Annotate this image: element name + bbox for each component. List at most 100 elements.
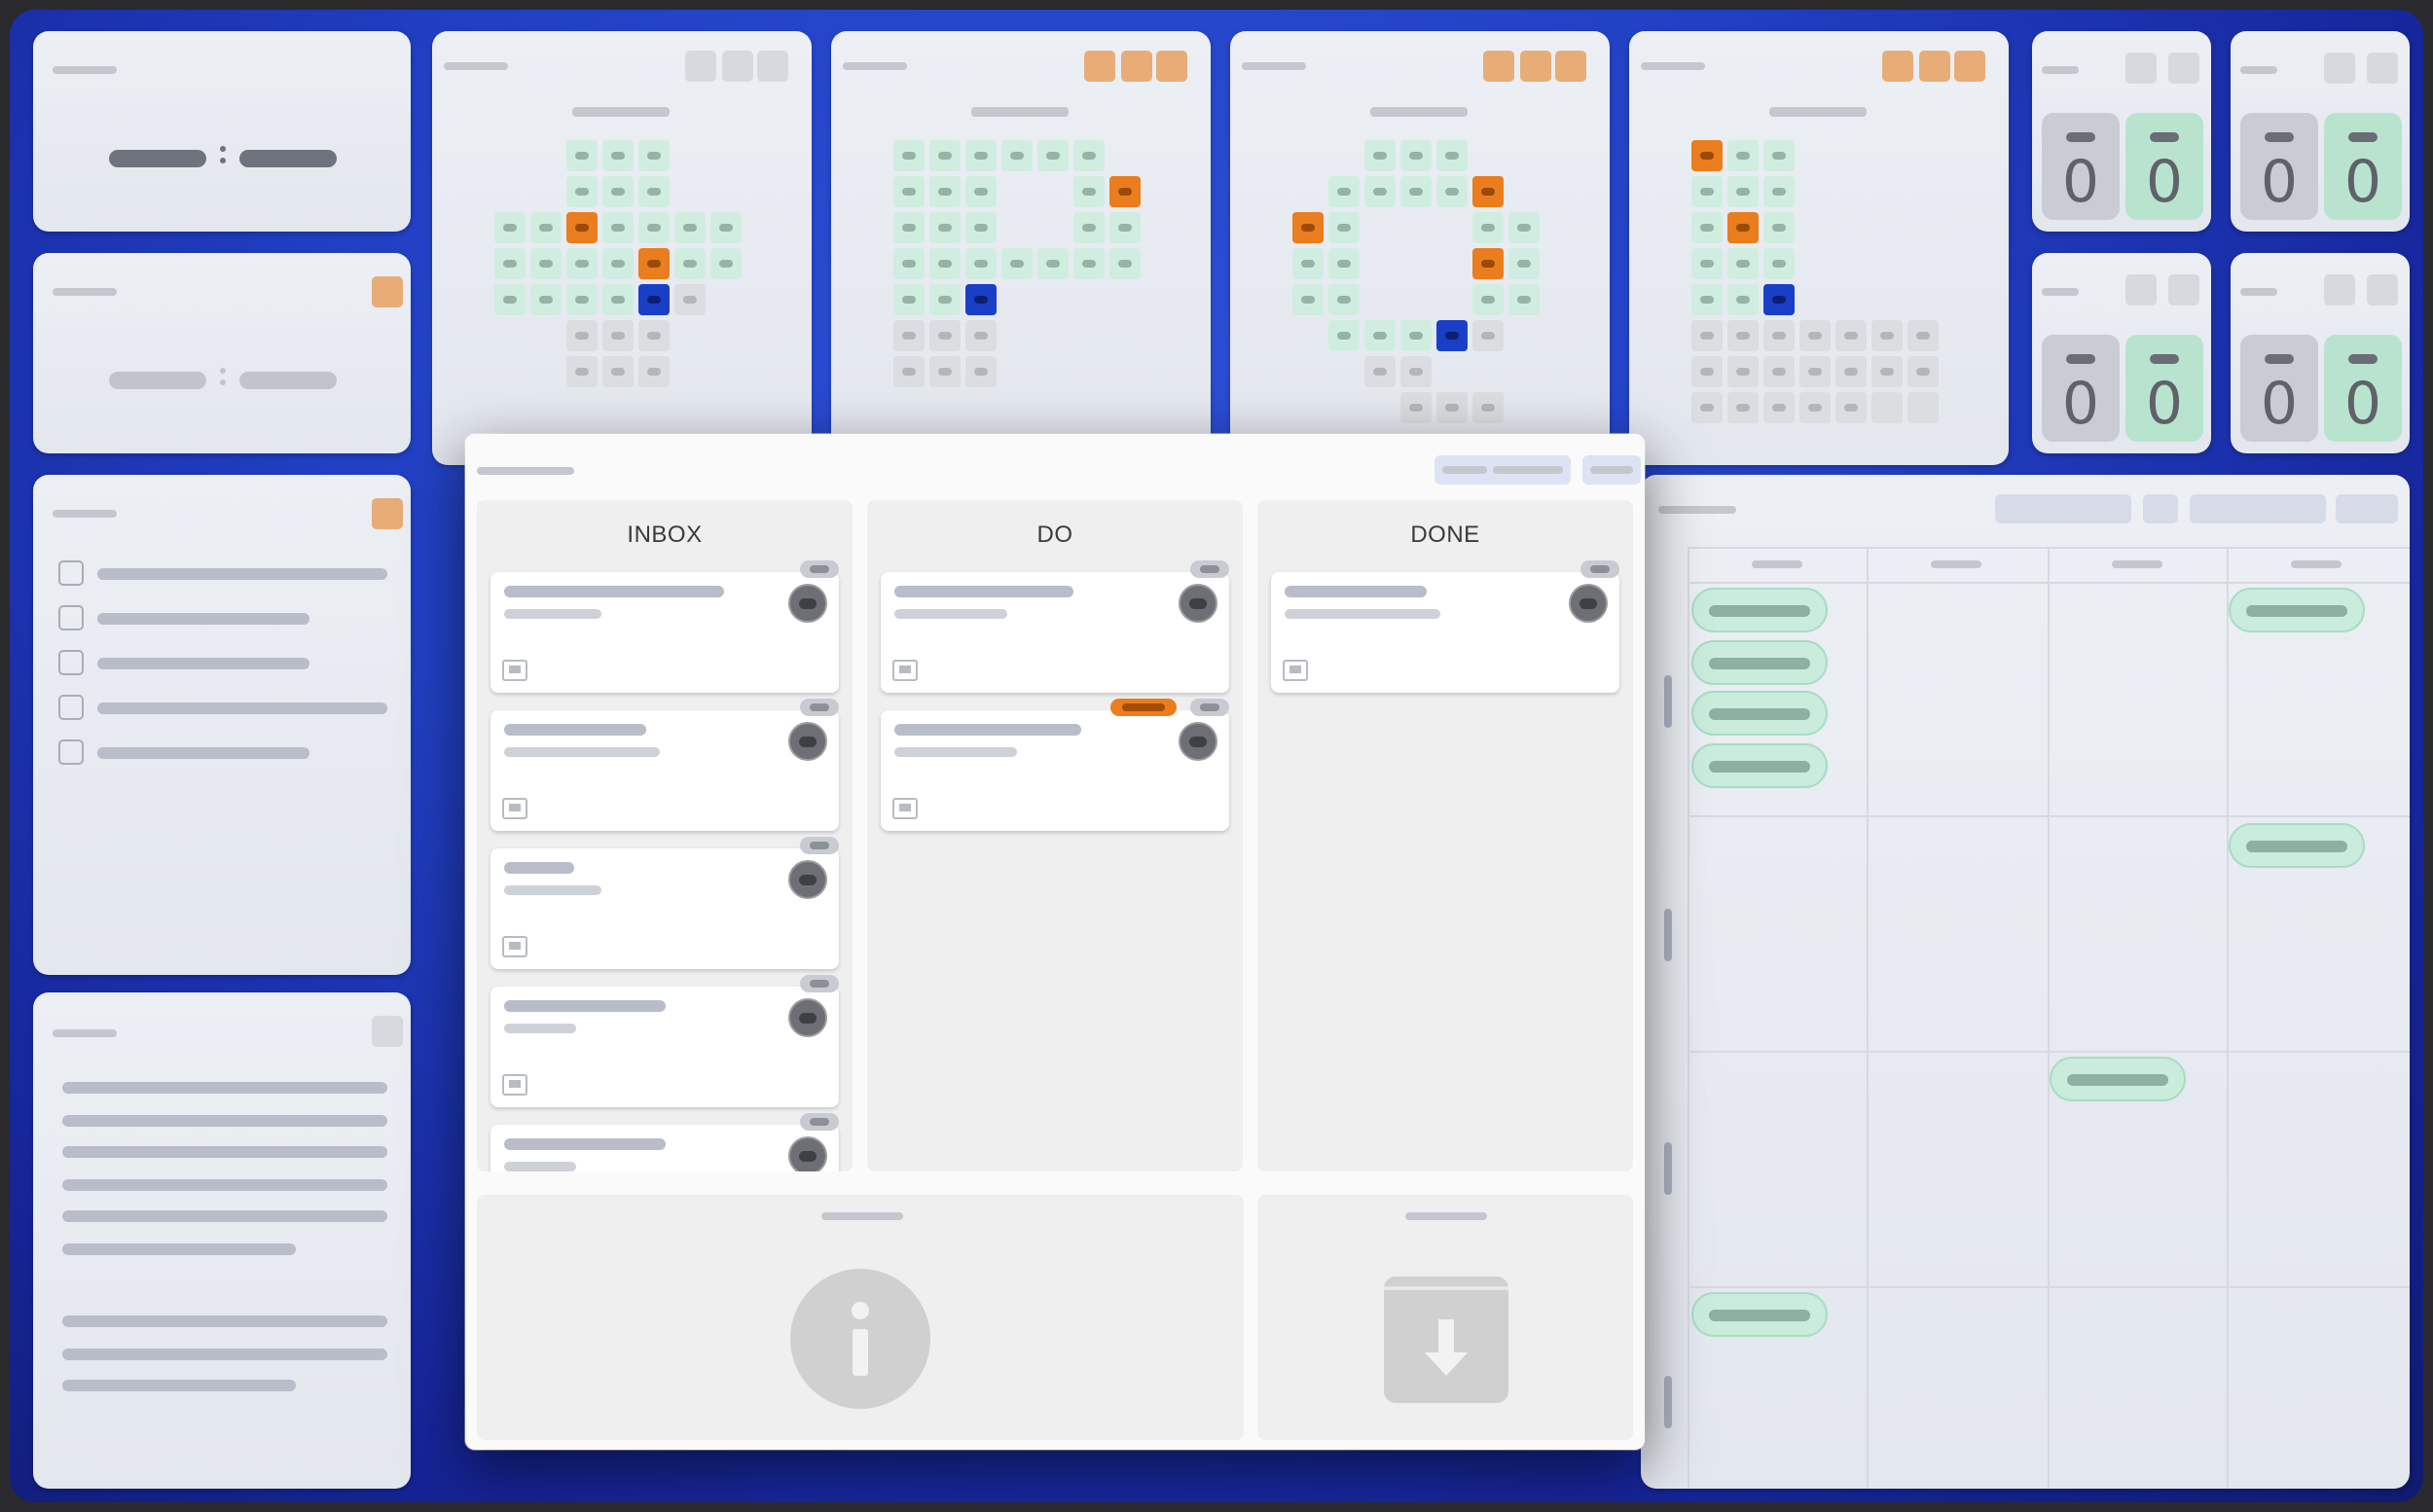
puzzle-cell[interactable] [1400, 176, 1432, 207]
puzzle-cell[interactable] [1364, 356, 1396, 387]
puzzle-cell[interactable] [1508, 284, 1540, 315]
orange-flag-icon[interactable] [372, 498, 403, 529]
puzzle-cell[interactable] [1871, 320, 1903, 351]
calendar-widget[interactable] [1641, 475, 2410, 1489]
puzzle-cell[interactable] [602, 212, 634, 243]
calendar-event[interactable] [1691, 743, 1828, 788]
puzzle-cell[interactable] [1508, 248, 1540, 279]
puzzle-cell[interactable] [1907, 320, 1939, 351]
puzzle-cell[interactable] [929, 356, 961, 387]
puzzle-cell[interactable] [1073, 212, 1105, 243]
puzzle-cell[interactable] [1037, 248, 1069, 279]
puzzle-cell[interactable] [1364, 320, 1396, 351]
checkbox[interactable] [58, 650, 84, 675]
puzzle-cell[interactable] [638, 284, 670, 315]
puzzle-cell[interactable] [1001, 140, 1033, 171]
puzzle-widget-3[interactable] [1230, 31, 1610, 465]
puzzle-cell[interactable] [1691, 248, 1723, 279]
puzzle-cell[interactable] [1727, 248, 1759, 279]
counter-minus[interactable]: 0 [2240, 335, 2318, 442]
task-card[interactable] [1271, 560, 1619, 693]
puzzle-cell[interactable] [638, 248, 670, 279]
puzzle-cell[interactable] [1871, 356, 1903, 387]
checkbox[interactable] [58, 695, 84, 720]
archive-drop-zone[interactable] [1257, 1195, 1633, 1440]
puzzle-cell[interactable] [1763, 320, 1795, 351]
task-card[interactable] [881, 699, 1229, 831]
task-card[interactable] [490, 560, 839, 693]
puzzle-cell[interactable] [1328, 176, 1360, 207]
task-card[interactable] [490, 699, 839, 831]
puzzle-cell[interactable] [1799, 356, 1831, 387]
puzzle-cell[interactable] [965, 212, 997, 243]
puzzle-cell[interactable] [1691, 320, 1723, 351]
user-avatar-icon[interactable] [788, 722, 827, 761]
puzzle-cell[interactable] [965, 320, 997, 351]
calendar-event[interactable] [1691, 1292, 1828, 1337]
timer-widget[interactable] [33, 31, 411, 232]
puzzle-cell[interactable] [1400, 356, 1432, 387]
puzzle-cell[interactable] [1400, 140, 1432, 171]
counter-minus[interactable]: 0 [2042, 113, 2120, 220]
puzzle-cell[interactable] [1508, 212, 1540, 243]
puzzle-cell[interactable] [1328, 248, 1360, 279]
puzzle-cell[interactable] [1727, 212, 1759, 243]
puzzle-cell[interactable] [1727, 284, 1759, 315]
puzzle-cell[interactable] [1364, 176, 1396, 207]
puzzle-cell[interactable] [965, 284, 997, 315]
priority-label[interactable] [1110, 699, 1177, 716]
puzzle-widget-2[interactable] [831, 31, 1211, 465]
puzzle-cell[interactable] [530, 284, 562, 315]
puzzle-cell[interactable] [602, 140, 634, 171]
puzzle-cell[interactable] [602, 320, 634, 351]
puzzle-cell[interactable] [1109, 176, 1141, 207]
counter-plus[interactable]: 0 [2324, 335, 2402, 442]
task-card[interactable] [490, 1113, 839, 1171]
puzzle-cell[interactable] [1727, 176, 1759, 207]
puzzle-cell[interactable] [494, 212, 526, 243]
puzzle-cell[interactable] [929, 176, 961, 207]
puzzle-widget-1[interactable] [432, 31, 812, 465]
puzzle-cell[interactable] [1472, 176, 1504, 207]
puzzle-cell[interactable] [638, 320, 670, 351]
counter-widget-4[interactable]: 0 0 [2231, 253, 2410, 453]
comment-icon[interactable] [502, 936, 527, 957]
comment-icon[interactable] [1283, 660, 1308, 681]
puzzle-cell[interactable] [893, 248, 925, 279]
puzzle-cell[interactable] [1400, 392, 1432, 423]
counter-plus[interactable]: 0 [2324, 113, 2402, 220]
puzzle-cell[interactable] [710, 212, 742, 243]
user-avatar-icon[interactable] [1179, 722, 1217, 761]
puzzle-cell[interactable] [1799, 320, 1831, 351]
comment-icon[interactable] [502, 798, 527, 819]
puzzle-cell[interactable] [1472, 392, 1504, 423]
puzzle-cell[interactable] [566, 356, 598, 387]
puzzle-cell[interactable] [1763, 140, 1795, 171]
counter-widget-1[interactable]: 0 0 [2032, 31, 2211, 232]
orange-flag-icon[interactable] [372, 276, 403, 307]
puzzle-cell[interactable] [929, 212, 961, 243]
task-card[interactable] [490, 975, 839, 1107]
puzzle-cell[interactable] [1835, 320, 1867, 351]
modal-toolbar-button[interactable] [1434, 455, 1571, 485]
user-avatar-icon[interactable] [788, 860, 827, 899]
counter-widget-3[interactable]: 0 0 [2032, 253, 2211, 453]
info-drop-zone[interactable] [477, 1195, 1244, 1440]
checkbox[interactable] [58, 739, 84, 765]
counter-minus[interactable]: 0 [2042, 335, 2120, 442]
puzzle-cell[interactable] [1763, 176, 1795, 207]
puzzle-cell[interactable] [893, 140, 925, 171]
task-card[interactable] [490, 837, 839, 969]
puzzle-cell[interactable] [674, 248, 706, 279]
checklist-widget[interactable] [33, 475, 411, 975]
puzzle-cell[interactable] [893, 284, 925, 315]
puzzle-cell[interactable] [1763, 212, 1795, 243]
timer-widget-secondary[interactable] [33, 253, 411, 453]
calendar-event[interactable] [1691, 640, 1828, 685]
puzzle-cell[interactable] [965, 248, 997, 279]
task-card[interactable] [881, 560, 1229, 693]
puzzle-cell[interactable] [1763, 356, 1795, 387]
user-avatar-icon[interactable] [788, 998, 827, 1037]
puzzle-cell[interactable] [1328, 212, 1360, 243]
puzzle-cell[interactable] [1763, 392, 1795, 423]
